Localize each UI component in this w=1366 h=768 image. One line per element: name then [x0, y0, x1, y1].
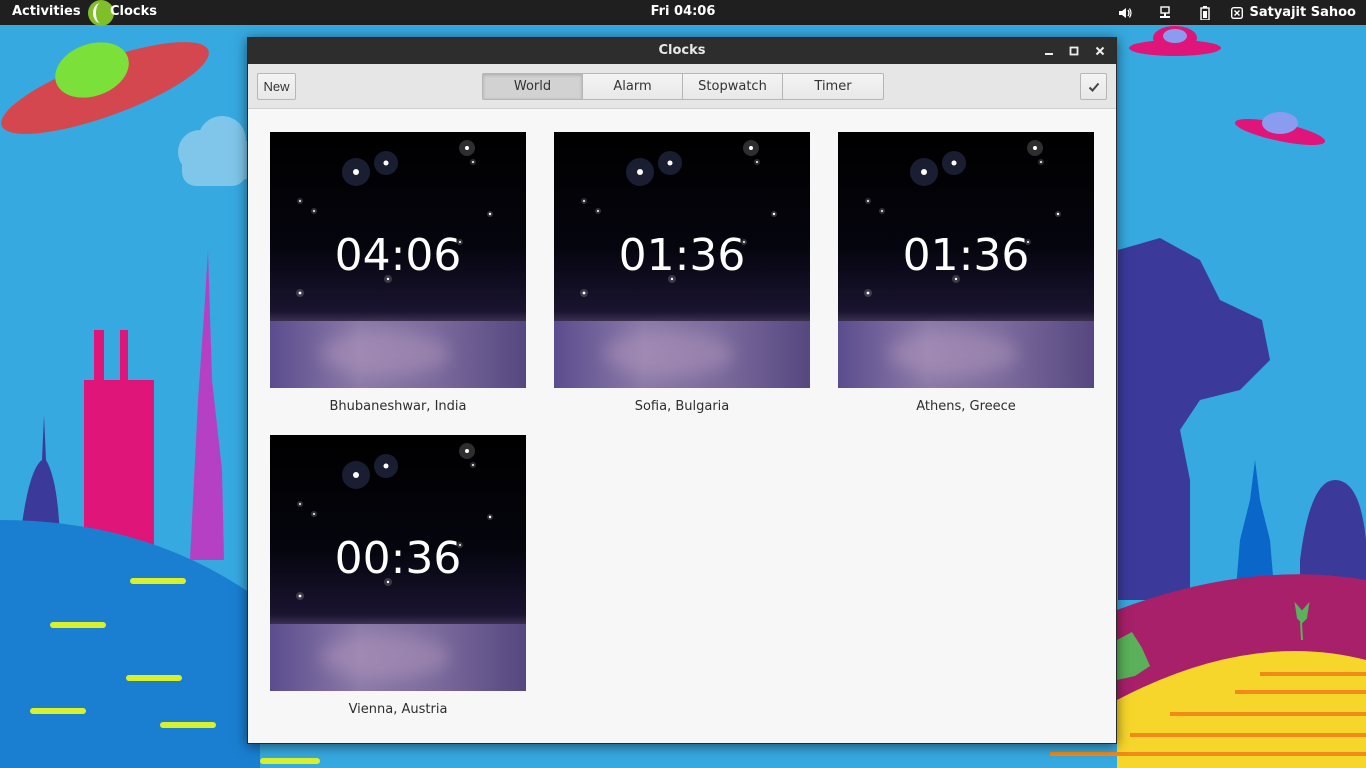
maximize-button[interactable]: [1065, 42, 1083, 60]
clock-city: Vienna, Austria: [348, 702, 448, 717]
clock-time: 04:06: [334, 230, 462, 281]
star: [353, 169, 359, 175]
window-titlebar[interactable]: Clocks: [248, 38, 1116, 64]
clock-face-night: 01:36: [554, 132, 810, 388]
world-clock-tile[interactable]: 04:06 Bhubaneshwar, India: [270, 132, 526, 414]
clock-face-ground: [838, 321, 1094, 388]
clock-face-night: 04:06: [270, 132, 526, 388]
star: [749, 146, 753, 150]
clock-city: Bhubaneshwar, India: [329, 399, 467, 414]
network-wired-icon[interactable]: [1158, 5, 1172, 20]
star: [881, 210, 883, 212]
new-clock-button[interactable]: New: [257, 73, 296, 100]
selection-mode-button[interactable]: [1080, 73, 1107, 100]
world-clock-tile[interactable]: 01:36 Athens, Greece: [838, 132, 1094, 414]
tab-alarm[interactable]: Alarm: [583, 74, 683, 99]
star: [866, 291, 870, 295]
clock-face-night: 00:36: [270, 435, 526, 691]
view-switcher: World Alarm Stopwatch Timer: [482, 73, 884, 100]
user-name: Satyajit Sahoo: [1249, 5, 1356, 20]
app-menu-label: Clocks: [110, 4, 158, 19]
activities-button[interactable]: Activities: [12, 4, 81, 19]
star: [383, 160, 389, 166]
clock-time: 01:36: [618, 230, 746, 281]
minimize-icon: [1045, 53, 1053, 55]
volume-icon[interactable]: [1118, 6, 1133, 20]
user-status-icon: [1231, 6, 1244, 19]
clock-face-ground: [554, 321, 810, 388]
close-button[interactable]: [1091, 42, 1109, 60]
app-menu-button[interactable]: Clocks: [88, 0, 157, 26]
system-tray[interactable]: Satyajit Sahoo: [1105, 0, 1356, 25]
star: [597, 210, 599, 212]
star: [313, 513, 315, 515]
star: [465, 146, 469, 150]
star: [313, 210, 315, 212]
world-clock-tile[interactable]: 00:36 Vienna, Austria: [270, 435, 526, 717]
clock-time: 01:36: [902, 230, 1030, 281]
star: [867, 200, 869, 202]
star: [1040, 161, 1042, 163]
star: [488, 515, 492, 519]
clock-face-ground: [270, 624, 526, 691]
star: [383, 463, 389, 469]
star: [637, 169, 643, 175]
star: [299, 200, 301, 202]
tab-timer[interactable]: Timer: [783, 74, 883, 99]
world-clock-tile[interactable]: 01:36 Sofia, Bulgaria: [554, 132, 810, 414]
star: [353, 472, 359, 478]
star: [299, 503, 301, 505]
tab-world[interactable]: World: [483, 74, 583, 99]
clock-face-ground: [270, 321, 526, 388]
star: [582, 291, 586, 295]
star: [298, 291, 302, 295]
star: [465, 449, 469, 453]
star: [472, 464, 474, 466]
star: [1033, 146, 1037, 150]
star: [772, 212, 776, 216]
star: [667, 160, 673, 166]
star: [472, 161, 474, 163]
star: [488, 212, 492, 216]
star: [951, 160, 957, 166]
close-icon: [1095, 46, 1105, 56]
tab-stopwatch[interactable]: Stopwatch: [683, 74, 783, 99]
header-toolbar: New World Alarm Stopwatch Timer: [248, 64, 1116, 109]
star: [298, 594, 302, 598]
clock-time: 00:36: [334, 533, 462, 584]
date-time-button[interactable]: Fri 04:06: [651, 4, 716, 19]
clocks-window: Clocks New World Alarm Stopwatch Timer 0…: [247, 37, 1117, 744]
checkmark-icon: [1088, 82, 1099, 92]
world-clocks-grid: 04:06 Bhubaneshwar, India 01:36 Sofia, B…: [248, 109, 1116, 743]
minimize-button[interactable]: [1040, 42, 1058, 60]
clock-city: Sofia, Bulgaria: [634, 399, 730, 414]
maximize-icon: [1069, 46, 1079, 56]
window-title: Clocks: [658, 43, 706, 58]
star: [921, 169, 927, 175]
user-menu-button[interactable]: Satyajit Sahoo: [1231, 5, 1356, 20]
clock-face-night: 01:36: [838, 132, 1094, 388]
top-panel: Activities Clocks Fri 04:06 Satyajit Sah…: [0, 0, 1366, 26]
star: [583, 200, 585, 202]
star: [756, 161, 758, 163]
battery-icon[interactable]: [1198, 5, 1212, 20]
clock-city: Athens, Greece: [916, 399, 1016, 414]
star: [1056, 212, 1060, 216]
